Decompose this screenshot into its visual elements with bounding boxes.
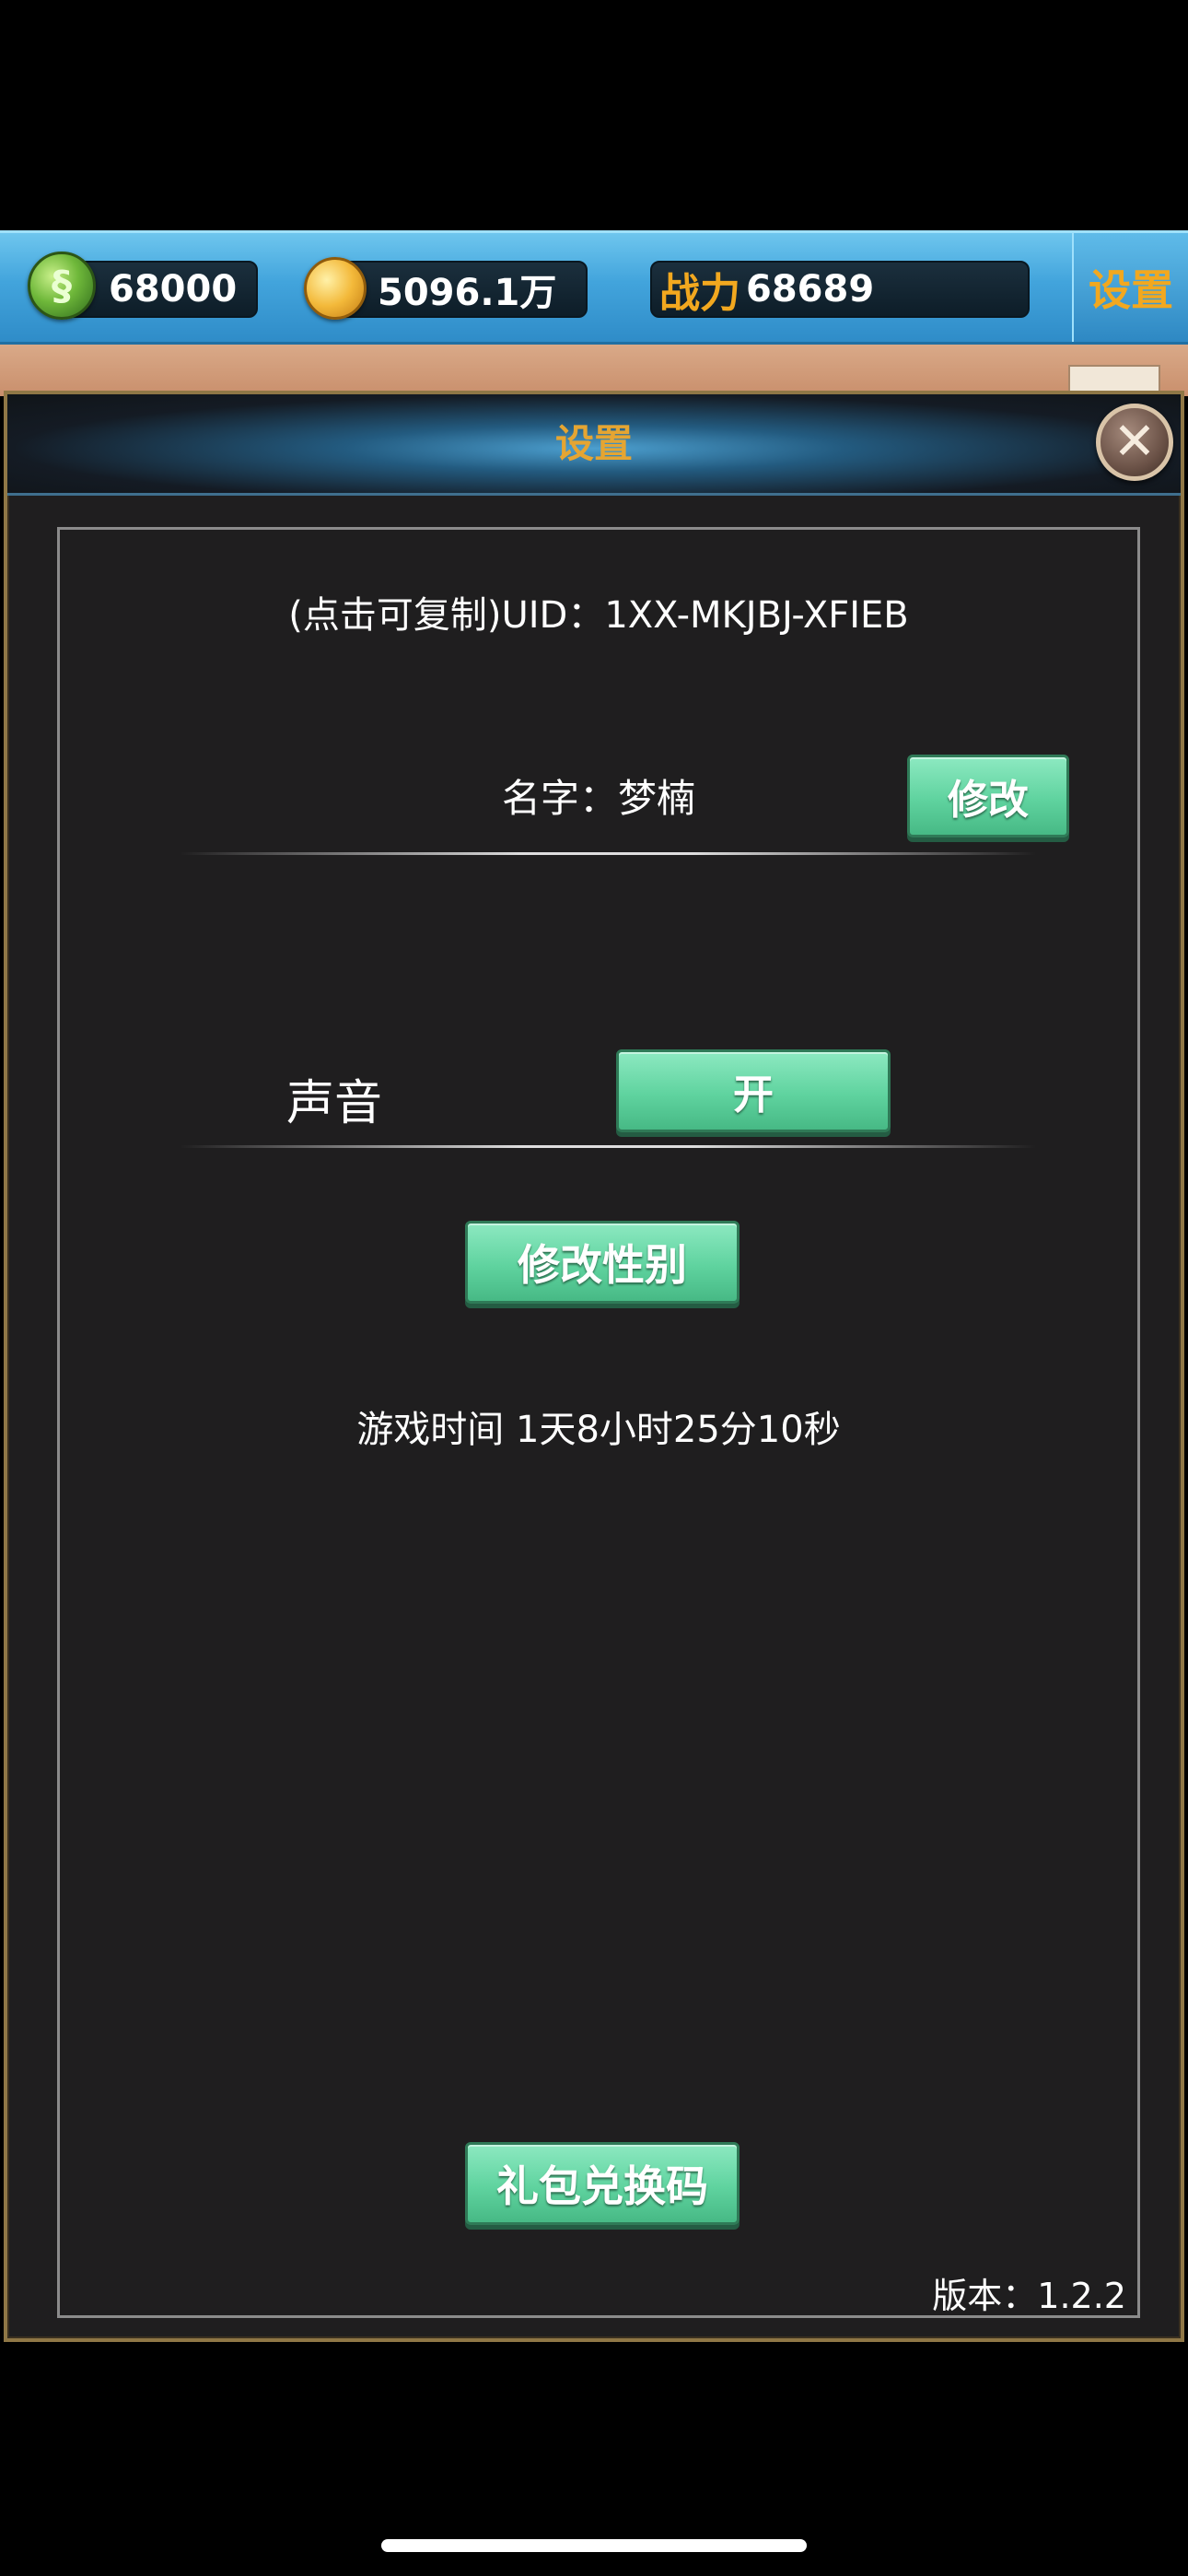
sound-toggle-button[interactable]: 开 [616, 1049, 891, 1132]
player-name: 名字：梦楠 [502, 776, 696, 821]
change-gender-button[interactable]: 修改性别 [465, 1221, 740, 1304]
dialog-header: 设置 ✕ [7, 394, 1181, 496]
top-resource-bar: 68000 5096.1万 战力 68689 设置 [0, 230, 1188, 345]
coin-icon [304, 257, 367, 320]
dialog-title: 设置 [554, 421, 633, 466]
gift-code-button[interactable]: 礼包兑换码 [465, 2142, 740, 2225]
sound-label: 声音 [286, 1076, 383, 1131]
close-icon[interactable]: ✕ [1096, 404, 1173, 481]
home-indicator[interactable] [381, 2539, 807, 2552]
version-text: 版本：1.2.2 [932, 2276, 1126, 2316]
divider [180, 852, 1036, 855]
power-value: 68689 [746, 268, 875, 310]
settings-panel: (点击可复制)UID：1XX-MKJBJ-XFIEB 名字：梦楠 修改 声音 开… [57, 527, 1140, 2318]
settings-dialog: 设置 ✕ (点击可复制)UID：1XX-MKJBJ-XFIEB 名字：梦楠 修改… [4, 391, 1184, 2342]
background-strip [0, 345, 1188, 402]
power-counter: 战力 68689 [650, 261, 1030, 318]
jade-icon [28, 252, 96, 320]
jade-value: 68000 [109, 268, 238, 310]
settings-tab[interactable]: 设置 [1072, 233, 1188, 342]
edit-name-button[interactable]: 修改 [907, 755, 1069, 837]
uid-copy-text[interactable]: (点击可复制)UID：1XX-MKJBJ-XFIEB [60, 585, 1137, 638]
playtime-text: 游戏时间 1天8小时25分10秒 [356, 1409, 841, 1451]
divider [180, 1145, 1036, 1148]
coin-value: 5096.1万 [378, 272, 557, 314]
power-label: 战力 [659, 270, 740, 317]
